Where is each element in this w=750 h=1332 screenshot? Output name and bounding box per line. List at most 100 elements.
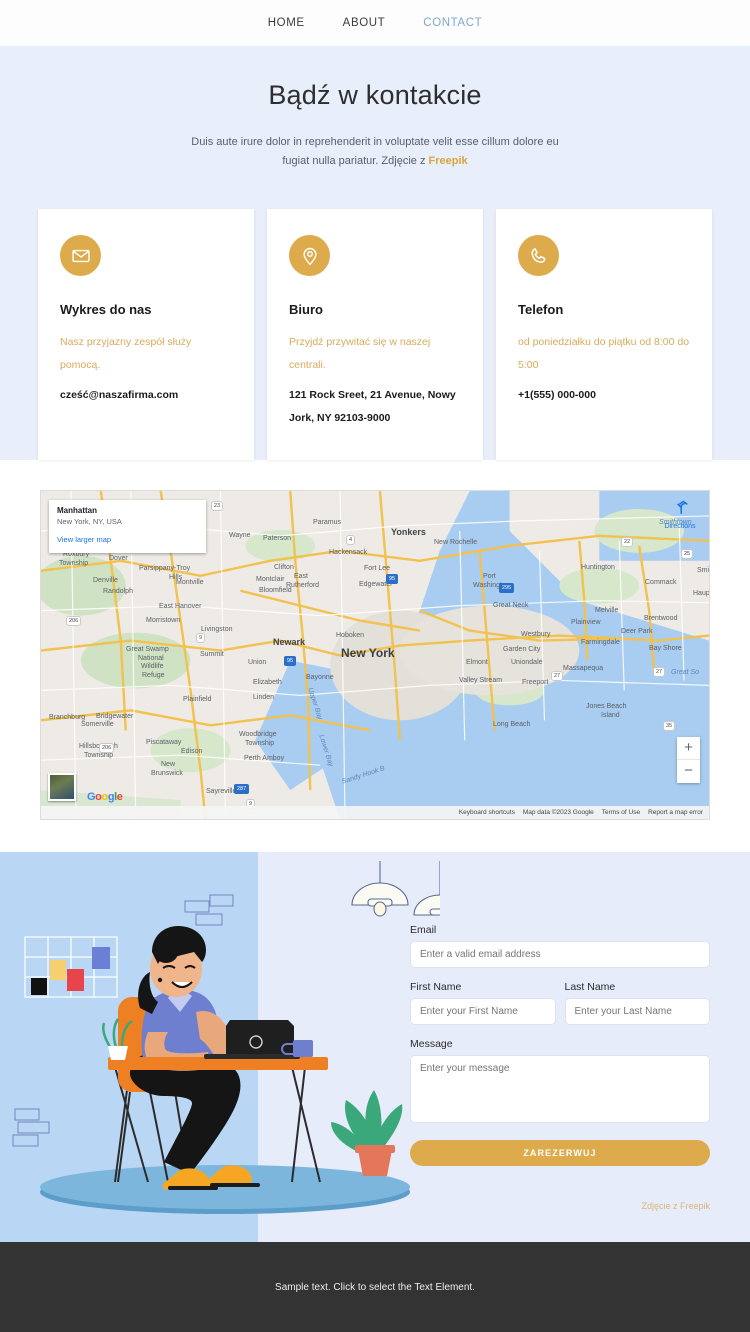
zoom-out-button[interactable]: − bbox=[677, 760, 700, 783]
hero-paragraph-line1: Duis aute irure dolor in reprehenderit i… bbox=[191, 136, 559, 148]
google-map[interactable]: New York Newark Yonkers Paramus Paterson… bbox=[40, 490, 710, 820]
map-label: Brunswick bbox=[151, 770, 183, 777]
map-label: Denville bbox=[93, 577, 118, 584]
map-label: Perth Amboy bbox=[244, 755, 285, 762]
map-label: Parsippany-Troy bbox=[139, 565, 191, 572]
card-title: Biuro bbox=[289, 302, 323, 317]
map-label: New bbox=[161, 761, 176, 768]
map-label: Port bbox=[483, 573, 496, 580]
message-label: Message bbox=[410, 1038, 453, 1050]
map-label: Bayonne bbox=[306, 674, 334, 681]
map-label: Great Swamp bbox=[126, 646, 169, 653]
map-label: Refuge bbox=[142, 672, 165, 679]
map-label: Valley Stream bbox=[459, 677, 503, 684]
map-label: Edison bbox=[181, 748, 203, 755]
terms-of-use-link[interactable]: Terms of Use bbox=[602, 809, 640, 816]
route-shield: 95 bbox=[386, 574, 399, 584]
submit-button[interactable]: ZAREZERWUJ bbox=[410, 1140, 710, 1166]
form-credit: Zdjęcie z Freepik bbox=[410, 1201, 710, 1211]
map-label: Plainfield bbox=[183, 696, 212, 703]
map-label: Somerville bbox=[81, 721, 114, 728]
map-label: Deer Park bbox=[621, 628, 653, 635]
map-pin-icon bbox=[289, 235, 330, 276]
map-label: Massapequa bbox=[563, 665, 604, 672]
map-label: Commack bbox=[645, 579, 677, 586]
footer: Sample text. Click to select the Text El… bbox=[0, 1242, 750, 1332]
report-map-error-link[interactable]: Report a map error bbox=[648, 809, 703, 816]
message-field[interactable] bbox=[410, 1055, 710, 1123]
map-label: Bay Shore bbox=[649, 645, 682, 652]
directions-button[interactable]: Directions bbox=[660, 499, 700, 530]
contact-form-section: Email First Name Last Name Message ZAREZ… bbox=[0, 852, 750, 1242]
route-shield: 23 bbox=[211, 501, 224, 511]
map-label: Hackensack bbox=[329, 549, 368, 556]
map-label: Hauppa bbox=[693, 590, 710, 597]
map-label: Township bbox=[84, 752, 114, 759]
card-value: 121 Rock Sreet, 21 Avenue, Nowy Jork, NY… bbox=[289, 389, 456, 424]
contact-card-phone: Telefon od poniedziałku do piątku od 8:0… bbox=[496, 209, 712, 460]
map-label: Island bbox=[601, 712, 620, 719]
map-satellite-thumbnail[interactable] bbox=[48, 773, 76, 801]
route-shield: 4 bbox=[346, 535, 356, 545]
route-shield: 95 bbox=[284, 656, 297, 666]
last-name-field[interactable] bbox=[564, 998, 710, 1025]
hero-freepik-link[interactable]: Freepik bbox=[429, 155, 468, 167]
nav-item-contact[interactable]: CONTACT bbox=[423, 17, 482, 29]
card-title: Wykres do nas bbox=[60, 302, 152, 317]
hero-section: Bądź w kontakcie Duis aute irure dolor i… bbox=[0, 46, 750, 460]
zoom-in-button[interactable]: + bbox=[677, 737, 700, 760]
map-label: Paterson bbox=[263, 535, 292, 542]
email-label: Email bbox=[410, 924, 437, 936]
map-label: Brentwood bbox=[644, 615, 678, 622]
credit-freepik-link[interactable]: Freepik bbox=[680, 1201, 710, 1211]
route-shield: 27 bbox=[653, 667, 666, 677]
nav-item-home[interactable]: HOME bbox=[268, 17, 305, 29]
keyboard-shortcuts-link[interactable]: Keyboard shortcuts bbox=[459, 809, 515, 816]
booking-form: Email First Name Last Name Message ZAREZ… bbox=[410, 924, 710, 1211]
map-info-title: Manhattan bbox=[57, 506, 97, 515]
email-field[interactable] bbox=[410, 941, 710, 968]
map-label: Montclair bbox=[256, 576, 285, 583]
card-value[interactable]: +1(555) 000-000 bbox=[518, 384, 690, 407]
map-label: Bridgewater bbox=[96, 713, 134, 720]
map-water-label: Great So bbox=[671, 669, 700, 676]
route-shield: 35 bbox=[663, 721, 676, 731]
map-label: Sayreville bbox=[206, 788, 237, 795]
map-label: Livingston bbox=[201, 626, 233, 633]
map-label: Summit bbox=[200, 651, 224, 658]
route-shield: 25 bbox=[681, 549, 694, 559]
view-larger-map-link[interactable]: View larger map bbox=[57, 535, 198, 544]
office-illustration bbox=[12, 861, 440, 1214]
map-label: Morristown bbox=[146, 617, 181, 624]
contact-card-email: Wykres do nas Nasz przyjazny zespół służ… bbox=[38, 209, 254, 460]
top-navigation: HOME ABOUT CONTACT bbox=[0, 0, 750, 46]
map-label: Great Neck bbox=[493, 602, 529, 609]
nav-item-about[interactable]: ABOUT bbox=[343, 17, 386, 29]
map-section: New York Newark Yonkers Paramus Paterson… bbox=[0, 460, 750, 852]
map-label: New York bbox=[341, 646, 395, 660]
footer-text[interactable]: Sample text. Click to select the Text El… bbox=[275, 1282, 475, 1293]
map-label: East Hanover bbox=[159, 603, 202, 610]
map-label: Dover bbox=[109, 555, 128, 562]
directions-icon bbox=[676, 500, 688, 514]
map-label: Clifton bbox=[274, 564, 294, 571]
map-label: Uniondale bbox=[511, 659, 543, 666]
first-name-field[interactable] bbox=[410, 998, 556, 1025]
map-attribution-bar: Keyboard shortcuts Map data ©2023 Google… bbox=[41, 806, 709, 819]
map-label: East bbox=[294, 573, 309, 580]
route-shield: 287 bbox=[234, 784, 250, 794]
map-label: Freeport bbox=[522, 679, 549, 686]
map-label: Piscataway bbox=[146, 739, 182, 746]
map-label: Rutherford bbox=[286, 582, 320, 589]
map-label: Elmont bbox=[466, 659, 488, 666]
card-value[interactable]: cześć@naszafirma.com bbox=[60, 384, 232, 407]
map-data-text: Map data ©2023 Google bbox=[522, 809, 594, 816]
card-subtitle: Przyjdź przywitać się w naszej centrali. bbox=[289, 336, 431, 371]
card-subtitle: od poniedziałku do piątku od 8:00 do 5:0… bbox=[518, 336, 690, 371]
map-info-card[interactable]: Manhattan New York, NY, USA View larger … bbox=[49, 500, 206, 553]
map-zoom-controls[interactable]: + − bbox=[677, 737, 700, 783]
map-label: Union bbox=[248, 659, 267, 666]
envelope-icon bbox=[60, 235, 101, 276]
directions-label: Directions bbox=[664, 523, 696, 530]
credit-prefix: Zdjęcie z bbox=[641, 1201, 680, 1211]
